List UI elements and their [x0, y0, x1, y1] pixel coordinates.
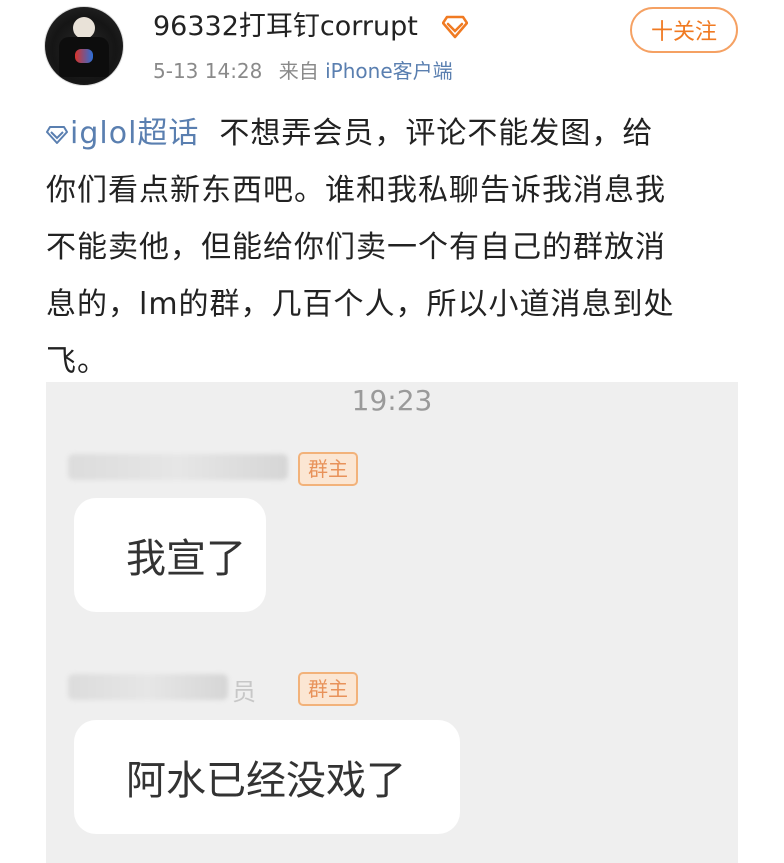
- post-line-1: 你们看点新东西吧。谁和我私聊告诉我消息我: [46, 173, 666, 208]
- chat-bubble: 阿水已经没戏了: [74, 720, 460, 834]
- avatar-print: [75, 49, 93, 63]
- post-timestamp: 5-13 14:28: [153, 59, 263, 83]
- blurred-sender-name: [68, 674, 228, 700]
- topic-link[interactable]: iglol超话: [46, 116, 199, 151]
- post-line-2: 不能卖他，但能给你们卖一个有自己的群放消: [46, 230, 666, 265]
- partial-sender-text: 员: [232, 678, 256, 706]
- topic-diamond-icon: [46, 126, 68, 144]
- follow-button[interactable]: 十关注: [630, 7, 738, 53]
- username[interactable]: 96332打耳钉corrupt: [153, 9, 418, 45]
- post-line-4: 飞。: [46, 344, 108, 379]
- blurred-sender-name: [68, 454, 288, 480]
- group-owner-badge: 群主: [298, 672, 358, 706]
- topic-label: iglol超话: [70, 116, 200, 151]
- post-source[interactable]: iPhone客户端: [325, 59, 453, 83]
- group-owner-badge: 群主: [298, 452, 358, 486]
- post-line-3: 息的，lm的群，几百个人，所以小道消息到处: [46, 287, 675, 322]
- chat-bubble: 我宣了: [74, 498, 266, 612]
- source-prefix: 来自: [278, 59, 319, 83]
- avatar[interactable]: [44, 6, 124, 86]
- chat-screenshot-image[interactable]: 19:23 群主 我宣了 员 群主 阿水已经没戏了: [46, 382, 738, 863]
- post-meta: 5-13 14:28 来自 iPhone客户端: [153, 57, 453, 85]
- vip-diamond-icon: [442, 15, 468, 39]
- avatar-head: [73, 17, 95, 39]
- post-line-0: 不想弄会员，评论不能发图，给: [219, 116, 654, 151]
- post-body: iglol超话 不想弄会员，评论不能发图，给 你们看点新东西吧。谁和我私聊告诉我消…: [46, 105, 746, 390]
- chat-time: 19:23: [351, 384, 433, 417]
